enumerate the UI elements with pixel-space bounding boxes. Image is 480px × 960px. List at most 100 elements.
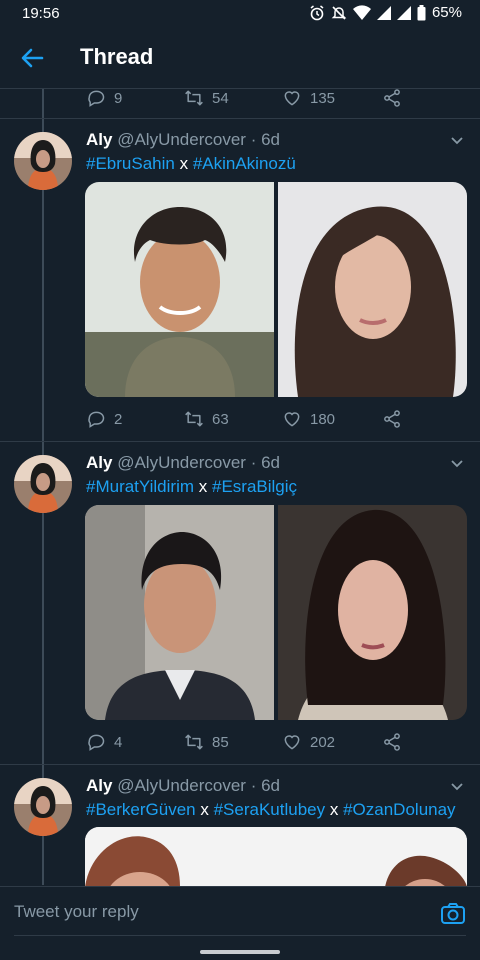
- reply-count: 4: [114, 733, 123, 751]
- retweet-button[interactable]: 63: [184, 409, 229, 429]
- hashtag-link[interactable]: #OzanDolunay: [343, 800, 455, 819]
- reply-button[interactable]: 4: [86, 732, 122, 752]
- media-image[interactable]: [85, 182, 274, 397]
- like-button[interactable]: 135: [282, 88, 335, 108]
- tweet-age: · 6d: [250, 453, 280, 472]
- page-title: Thread: [80, 44, 154, 69]
- separator: x: [200, 800, 209, 819]
- tweet-actions: 4 85 202: [86, 730, 406, 754]
- battery-icon: [417, 4, 426, 20]
- retweet-icon: [185, 90, 203, 106]
- display-name[interactable]: Aly: [86, 776, 112, 795]
- retweet-icon: [185, 411, 203, 427]
- previous-tweet-actions: 9 54 135: [86, 86, 406, 110]
- status-time: 19:56: [22, 5, 60, 22]
- tweet-header: Aly @AlyUndercover · 6d: [86, 130, 280, 150]
- share-button[interactable]: [382, 409, 402, 429]
- separator: x: [198, 477, 208, 496]
- tweet[interactable]: Aly @AlyUndercover · 6d #MuratYildirim x…: [0, 453, 480, 759]
- heart-icon: [284, 91, 300, 106]
- reply-button[interactable]: 9: [86, 88, 122, 108]
- alarm-icon: [310, 4, 324, 20]
- heart-icon: [284, 412, 300, 427]
- avatar[interactable]: [14, 778, 72, 836]
- share-icon: [384, 410, 400, 428]
- retweet-icon: [185, 734, 203, 750]
- display-name[interactable]: Aly: [86, 130, 112, 149]
- status-bar: 19:56 65%: [0, 0, 480, 28]
- chevron-down-icon[interactable]: [450, 780, 464, 794]
- reply-icon: [88, 734, 105, 751]
- heart-icon: [284, 735, 300, 750]
- share-button[interactable]: [382, 732, 402, 752]
- tweet-text: #BerkerGüven x #SeraKutlubey x #OzanDolu…: [86, 800, 456, 820]
- share-icon: [384, 733, 400, 751]
- like-count: 180: [310, 410, 336, 428]
- mute-icon: [331, 5, 347, 20]
- tweet-age: · 6d: [250, 130, 280, 149]
- media-image[interactable]: [85, 827, 467, 886]
- share-icon: [384, 89, 400, 107]
- hashtag-link[interactable]: #MuratYildirim: [86, 477, 194, 496]
- user-handle[interactable]: @AlyUndercover: [117, 776, 246, 795]
- tweet[interactable]: Aly @AlyUndercover · 6d #EbruSahin x #Ak…: [0, 130, 480, 436]
- divider: [0, 441, 480, 442]
- status-icons: 65%: [309, 4, 462, 21]
- tweet-text: #EbruSahin x #AkinAkinozü: [86, 154, 296, 174]
- tweet-media[interactable]: [85, 827, 467, 886]
- separator: x: [179, 154, 189, 173]
- tweet-age: · 6d: [250, 776, 280, 795]
- system-nav-bar: [0, 938, 480, 960]
- tweet[interactable]: Aly @AlyUndercover · 6d #BerkerGüven x #…: [0, 776, 480, 886]
- back-arrow-icon[interactable]: [18, 44, 46, 72]
- battery-percent: 65%: [431, 4, 462, 21]
- tweet-actions: 2 63 180: [86, 407, 406, 431]
- tweet-media[interactable]: [85, 505, 467, 720]
- user-handle[interactable]: @AlyUndercover: [117, 130, 246, 149]
- like-count: 202: [310, 733, 336, 751]
- reply-icon: [88, 411, 105, 428]
- chevron-down-icon[interactable]: [450, 457, 464, 471]
- camera-icon[interactable]: [440, 901, 466, 927]
- avatar[interactable]: [14, 455, 72, 513]
- retweet-button[interactable]: 85: [184, 732, 229, 752]
- like-count: 135: [310, 89, 336, 107]
- divider: [0, 118, 480, 119]
- tweet-header: Aly @AlyUndercover · 6d: [86, 453, 280, 473]
- divider: [0, 764, 480, 765]
- retweet-count: 54: [212, 89, 229, 107]
- reply-bar: Tweet your reply: [0, 886, 480, 939]
- user-handle[interactable]: @AlyUndercover: [117, 453, 246, 472]
- reply-count: 9: [114, 89, 123, 107]
- hashtag-link[interactable]: #EsraBilgiç: [212, 477, 297, 496]
- share-button[interactable]: [382, 88, 402, 108]
- signal-icon: [376, 5, 391, 20]
- hashtag-link[interactable]: #EbruSahin: [86, 154, 175, 173]
- avatar[interactable]: [14, 132, 72, 190]
- reply-input[interactable]: Tweet your reply: [14, 902, 139, 922]
- retweet-count: 85: [212, 733, 229, 751]
- like-button[interactable]: 202: [282, 732, 335, 752]
- reply-button[interactable]: 2: [86, 409, 122, 429]
- hashtag-link[interactable]: #SeraKutlubey: [214, 800, 326, 819]
- retweet-button[interactable]: 54: [184, 88, 229, 108]
- signal-icon-2: [396, 5, 411, 20]
- media-image[interactable]: [278, 182, 467, 397]
- hashtag-link[interactable]: #BerkerGüven: [86, 800, 196, 819]
- media-image[interactable]: [278, 505, 467, 720]
- separator: x: [329, 800, 339, 819]
- like-button[interactable]: 180: [282, 409, 335, 429]
- chevron-down-icon[interactable]: [450, 134, 464, 148]
- tweet-text: #MuratYildirim x #EsraBilgiç: [86, 477, 297, 497]
- hashtag-link[interactable]: #AkinAkinozü: [193, 154, 296, 173]
- app-header: Thread: [0, 28, 480, 89]
- tweet-header: Aly @AlyUndercover · 6d: [86, 776, 280, 796]
- display-name[interactable]: Aly: [86, 453, 112, 472]
- media-image[interactable]: [85, 505, 274, 720]
- reply-input-underline: [14, 935, 466, 936]
- reply-count: 2: [114, 410, 123, 428]
- retweet-count: 63: [212, 410, 229, 428]
- home-gesture-pill[interactable]: [200, 950, 280, 954]
- tweet-media[interactable]: [85, 182, 467, 397]
- wifi-icon: [352, 4, 371, 20]
